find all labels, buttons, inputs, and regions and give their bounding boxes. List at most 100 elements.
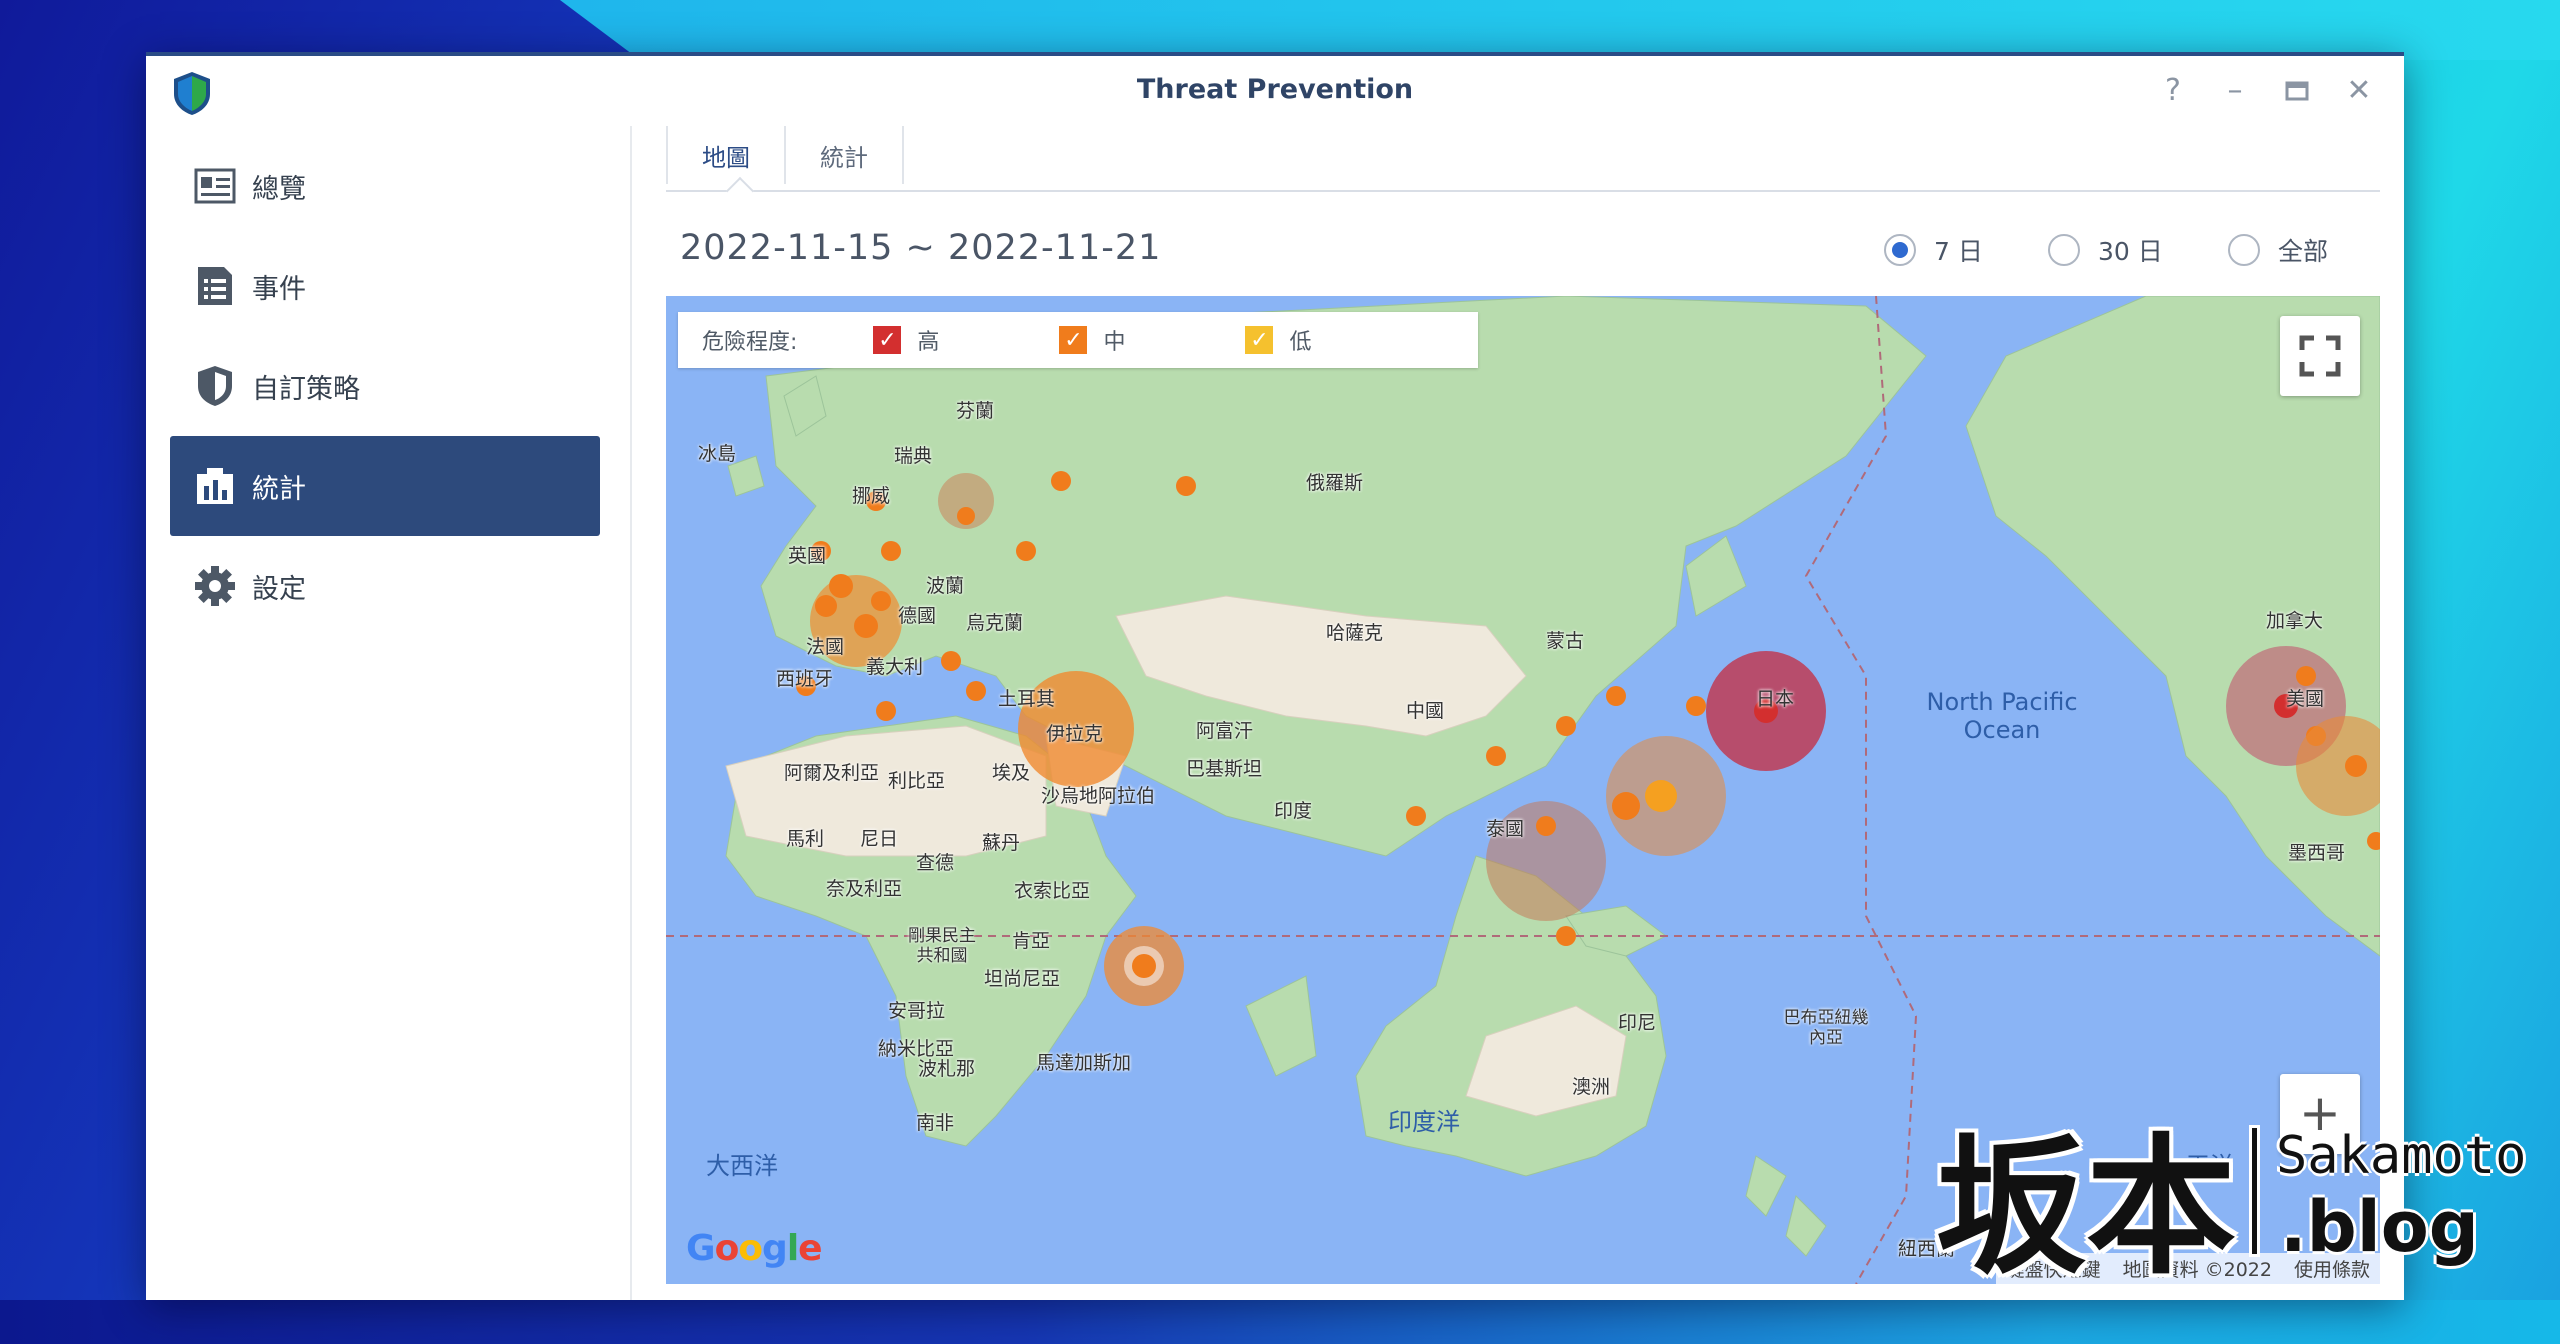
checkbox-checked-icon[interactable]: ✓ xyxy=(1245,326,1274,354)
help-icon[interactable]: ? xyxy=(2156,74,2190,108)
map-label: 伊拉克 xyxy=(1046,723,1104,745)
map-label: 安哥拉 xyxy=(888,1000,946,1022)
map-label: 波札那 xyxy=(918,1058,976,1080)
ocean-label: North Pacific Ocean xyxy=(1926,688,2078,744)
map-label: 衣索比亞 xyxy=(1014,880,1091,902)
close-icon[interactable]: ✕ xyxy=(2342,74,2376,108)
minimize-icon[interactable]: – xyxy=(2218,74,2252,108)
sidebar-item-label: 自訂策略 xyxy=(252,373,360,405)
period-radio-7d[interactable]: 7 日 xyxy=(1884,232,1983,268)
map-label: 波蘭 xyxy=(926,575,965,597)
event-list-icon xyxy=(192,263,238,309)
map-label: 西班牙 xyxy=(776,668,834,690)
map-label: 哈薩克 xyxy=(1326,622,1384,644)
map-label: 馬利 xyxy=(786,828,825,850)
map-label: 巴布亞紐幾內亞 xyxy=(1783,1008,1869,1048)
tab-bar: 地圖 統計 xyxy=(666,126,904,188)
map-label: 烏克蘭 xyxy=(966,612,1024,634)
checkbox-checked-icon[interactable]: ✓ xyxy=(873,326,902,354)
map-label: 阿爾及利亞 xyxy=(784,762,880,784)
map-label: 芬蘭 xyxy=(956,400,995,422)
legend-item-medium[interactable]: ✓ 中 xyxy=(1059,324,1125,356)
title-bar: Threat Prevention ? – ✕ xyxy=(146,56,2404,126)
desktop-background-bottom xyxy=(0,1300,2560,1344)
sidebar: 總覽 事件 自訂策略 統計 設定 xyxy=(146,126,630,1300)
map-label: 冰島 xyxy=(698,443,737,465)
sakamoto-blog-watermark: 坂本 Sakamoto .blog xyxy=(1936,1086,2526,1296)
sidebar-item-settings[interactable]: 設定 xyxy=(170,536,600,636)
map-label: 俄羅斯 xyxy=(1306,472,1364,494)
sidebar-divider xyxy=(630,126,632,1300)
tab-statistics[interactable]: 統計 xyxy=(786,126,904,184)
legend-caption: 危險程度: xyxy=(702,330,798,355)
period-radio-30d[interactable]: 30 日 xyxy=(2048,232,2163,268)
sidebar-item-label: 事件 xyxy=(252,273,306,305)
legend-label: 高 xyxy=(917,330,940,355)
radio-label: 7 日 xyxy=(1934,237,1983,266)
statistics-icon xyxy=(192,463,238,509)
sidebar-item-overview[interactable]: 總覽 xyxy=(170,136,600,236)
map-label: 日本 xyxy=(1756,688,1795,710)
checkbox-checked-icon[interactable]: ✓ xyxy=(1059,326,1088,354)
radio-button-selected[interactable] xyxy=(1884,234,1916,266)
watermark-suffix: .blog xyxy=(2280,1186,2479,1268)
maximize-icon[interactable] xyxy=(2280,74,2314,108)
map-label: 中國 xyxy=(1406,700,1445,722)
map-label: 英國 xyxy=(788,545,827,567)
watermark-kanji: 坂本 xyxy=(1936,1119,2237,1295)
map-label: 利比亞 xyxy=(888,770,946,792)
map-label: 墨西哥 xyxy=(2288,842,2346,864)
sidebar-item-label: 設定 xyxy=(252,573,306,605)
map-label: 埃及 xyxy=(992,762,1031,784)
tab-map[interactable]: 地圖 xyxy=(666,126,786,184)
map-label: 南非 xyxy=(916,1112,955,1134)
severity-legend: 危險程度: ✓ 高 ✓ 中 ✓ 低 xyxy=(678,312,1478,368)
sidebar-item-label: 統計 xyxy=(252,473,306,505)
map-label: 印度 xyxy=(1274,800,1313,822)
map-label: 加拿大 xyxy=(2266,610,2324,632)
watermark-latin: Sakamoto xyxy=(2276,1126,2527,1186)
radio-button[interactable] xyxy=(2048,234,2080,266)
map-label: 印尼 xyxy=(1618,1012,1657,1034)
radio-label: 全部 xyxy=(2278,237,2329,266)
map-label: 蒙古 xyxy=(1546,630,1585,652)
sidebar-item-events[interactable]: 事件 xyxy=(170,236,600,336)
map-label: 奈及利亞 xyxy=(826,878,903,900)
map-label: 美國 xyxy=(2286,688,2325,710)
map-label: 德國 xyxy=(898,605,937,627)
ocean-label: 大西洋 xyxy=(706,1152,778,1180)
map-label: 巴基斯坦 xyxy=(1186,758,1263,780)
map-label: 蘇丹 xyxy=(982,832,1021,854)
legend-label: 低 xyxy=(1289,330,1312,355)
sidebar-item-label: 總覽 xyxy=(252,173,306,205)
shield-icon xyxy=(192,363,238,409)
legend-item-high[interactable]: ✓ 高 xyxy=(873,324,939,356)
map-label: 挪威 xyxy=(852,485,891,507)
sidebar-item-custom-policy[interactable]: 自訂策略 xyxy=(170,336,600,436)
map-label: 查德 xyxy=(916,852,955,874)
sidebar-item-statistics[interactable]: 統計 xyxy=(170,436,600,536)
ocean-label: 印度洋 xyxy=(1388,1108,1460,1136)
fullscreen-icon xyxy=(2299,335,2341,377)
fullscreen-button[interactable] xyxy=(2280,316,2360,396)
gear-icon xyxy=(192,563,238,609)
map-label: 肯亞 xyxy=(1012,930,1051,952)
legend-label: 中 xyxy=(1103,330,1126,355)
watermark-divider xyxy=(2252,1128,2257,1254)
map-label: 沙烏地阿拉伯 xyxy=(1041,785,1156,807)
overview-card-icon xyxy=(192,163,238,209)
map-label: 坦尚尼亞 xyxy=(984,968,1061,990)
map-label: 泰國 xyxy=(1486,818,1525,840)
window-title: Threat Prevention xyxy=(1136,74,1414,105)
map-label: 阿富汗 xyxy=(1196,720,1254,742)
map-label: 馬達加斯加 xyxy=(1036,1052,1132,1074)
period-radio-all[interactable]: 全部 xyxy=(2228,232,2328,268)
date-range: 2022-11-15 ~ 2022-11-21 xyxy=(680,228,1162,268)
google-logo: Google xyxy=(686,1228,823,1269)
tab-divider xyxy=(666,190,2380,192)
map-label: 剛果民主共和國 xyxy=(908,926,976,966)
desktop-background-band xyxy=(560,0,2560,60)
legend-item-low[interactable]: ✓ 低 xyxy=(1245,324,1311,356)
radio-button[interactable] xyxy=(2228,234,2260,266)
radio-label: 30 日 xyxy=(2098,237,2163,266)
